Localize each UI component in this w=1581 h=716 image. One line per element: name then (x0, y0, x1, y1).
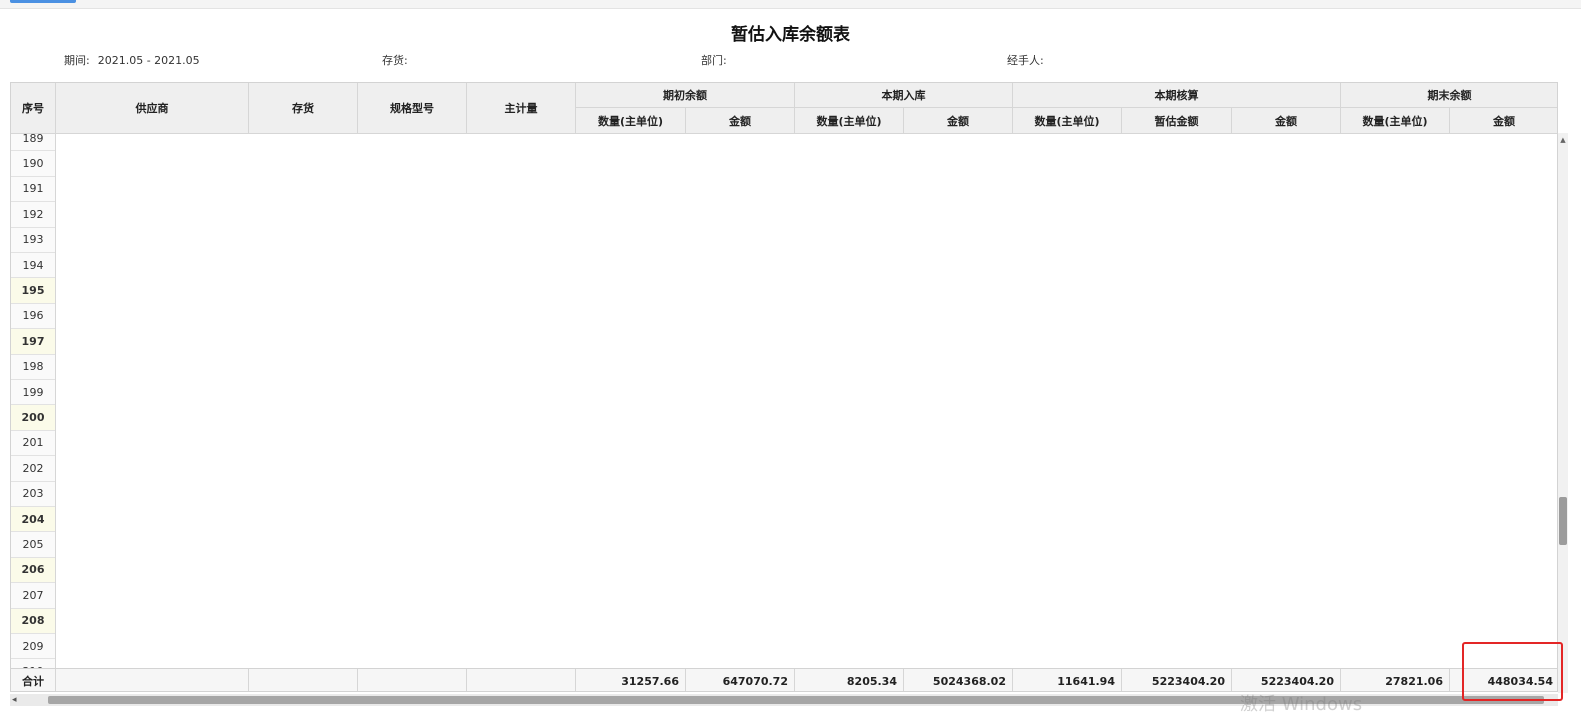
row-number[interactable]: 197 (11, 329, 55, 355)
header-inbound-qty[interactable]: 数量(主单位) (795, 108, 904, 134)
totals-inbound-amount: 5024368.02 (904, 669, 1013, 691)
row-number[interactable]: 207 (11, 583, 55, 609)
period-value: 2021.05 - 2021.05 (97, 54, 200, 67)
row-number[interactable]: 205 (11, 532, 55, 558)
period-filter: 期间: 2021.05 - 2021.05 (64, 52, 200, 68)
vertical-scroll-thumb[interactable] (1559, 497, 1567, 545)
row-number[interactable]: 204 (11, 507, 55, 533)
totals-settled-qty: 11641.94 (1013, 669, 1122, 691)
header-inbound-amount[interactable]: 金额 (904, 108, 1013, 134)
header-spec[interactable]: 规格型号 (358, 83, 467, 134)
active-tab-indicator[interactable] (10, 0, 76, 3)
totals-settled-amount: 5223404.20 (1232, 669, 1341, 691)
totals-inventory-cell (249, 669, 358, 691)
row-number[interactable]: 191 (11, 177, 55, 203)
totals-spec-cell (358, 669, 467, 691)
row-number[interactable]: 194 (11, 253, 55, 279)
vertical-scrollbar[interactable] (1558, 133, 1568, 693)
row-number[interactable]: 208 (11, 608, 55, 634)
department-filter: 部门: (701, 52, 727, 68)
annotation-highlight-box (1462, 642, 1563, 701)
row-number-column: 189 190 191 192 193 194 195 196 197 198 199 200 201 2… (11, 134, 56, 668)
report-title: 暂估入库余额表 (731, 25, 850, 45)
totals-opening-qty: 31257.66 (576, 669, 686, 691)
row-number[interactable]: 193 (11, 228, 55, 253)
header-group-settled: 本期核算 (1013, 83, 1341, 108)
row-number[interactable]: 189 (11, 134, 55, 152)
top-toolbar-strip (0, 0, 1581, 9)
handler-label: 经手人: (1007, 54, 1044, 67)
row-number[interactable]: 198 (11, 355, 55, 380)
totals-inbound-qty: 8205.34 (795, 669, 904, 691)
balance-table: 序号 供应商 存货 规格型号 主计量 期初余额 本期入库 本期核算 期末余额 数… (10, 82, 1558, 692)
row-number[interactable]: 209 (11, 634, 55, 660)
row-number[interactable]: 201 (11, 431, 55, 457)
row-number[interactable]: 206 (11, 557, 55, 584)
row-number[interactable]: 202 (11, 456, 55, 482)
row-number[interactable]: 210 (11, 659, 55, 668)
row-number[interactable]: 203 (11, 482, 55, 507)
row-number[interactable]: 200 (11, 405, 55, 431)
header-settled-qty[interactable]: 数量(主单位) (1013, 108, 1122, 134)
activation-watermark: 激活 Windows (1240, 694, 1363, 715)
header-opening-qty[interactable]: 数量(主单位) (576, 108, 686, 134)
row-number[interactable]: 196 (11, 304, 55, 330)
totals-opening-amount: 647070.72 (686, 669, 795, 691)
inventory-label: 存货: (382, 54, 408, 67)
header-group-closing: 期末余额 (1341, 83, 1557, 108)
totals-row: 合计 31257.66 647070.72 8205.34 5024368.02… (11, 668, 1557, 691)
totals-unit-cell (467, 669, 576, 691)
header-closing-amount[interactable]: 金额 (1450, 108, 1557, 134)
header-supplier[interactable]: 供应商 (56, 83, 249, 134)
totals-label: 合计 (11, 669, 56, 691)
header-group-inbound: 本期入库 (795, 83, 1013, 108)
scroll-left-arrow-icon[interactable]: ◂ (12, 694, 17, 706)
row-number[interactable]: 195 (11, 278, 55, 304)
totals-settled-est-amount: 5223404.20 (1122, 669, 1232, 691)
table-body[interactable] (56, 134, 1557, 668)
row-number[interactable]: 192 (11, 202, 55, 228)
handler-filter: 经手人: (1007, 52, 1044, 68)
department-label: 部门: (701, 54, 727, 67)
header-unit[interactable]: 主计量 (467, 83, 576, 134)
totals-supplier-cell (56, 669, 249, 691)
header-group-opening: 期初余额 (576, 83, 795, 108)
row-number[interactable]: 199 (11, 380, 55, 406)
header-opening-amount[interactable]: 金额 (686, 108, 795, 134)
header-settled-est-amount[interactable]: 暂估金额 (1122, 108, 1232, 134)
header-closing-qty[interactable]: 数量(主单位) (1341, 108, 1450, 134)
header-inventory[interactable]: 存货 (249, 83, 358, 134)
inventory-filter: 存货: (382, 52, 408, 68)
scroll-up-arrow-icon[interactable]: ▲ (1559, 136, 1567, 144)
header-settled-amount[interactable]: 金额 (1232, 108, 1341, 134)
totals-closing-qty: 27821.06 (1341, 669, 1450, 691)
row-number[interactable]: 190 (11, 151, 55, 177)
header-seq[interactable]: 序号 (11, 83, 56, 134)
period-label: 期间: (64, 54, 90, 67)
